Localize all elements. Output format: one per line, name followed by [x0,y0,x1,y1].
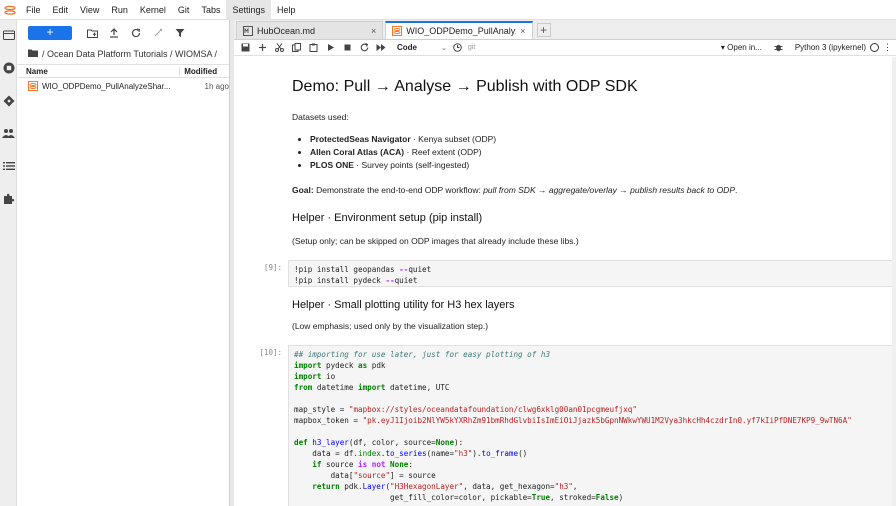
insert-cell-icon[interactable] [255,41,269,55]
menu-edit[interactable]: Edit [47,0,75,20]
code-editor[interactable]: ## importing for use later, just for eas… [288,345,896,506]
notebook-title: Demo: Pull → Analyse → Publish with ODP … [292,78,638,95]
menu-git[interactable]: Git [172,0,196,20]
new-folder-icon[interactable] [86,27,98,39]
stop-icon[interactable] [340,41,354,55]
column-name-header[interactable]: Name [18,67,179,76]
extension-icon[interactable] [2,192,15,205]
menu-file[interactable]: File [20,0,47,20]
fast-forward-icon[interactable] [374,41,388,55]
cell-prompt: [9]: [263,263,282,272]
add-tab-button[interactable]: + [536,23,551,37]
helper1-heading: Helper · Environment setup (pip install) [292,212,483,224]
chevron-down-icon[interactable]: ⌄ [441,44,447,52]
jupyter-logo-icon[interactable] [0,0,20,20]
menubar: File Edit View Run Kernel Git Tabs Setti… [0,0,896,20]
tab-label: HubOcean.md [257,25,316,36]
column-modified-header[interactable]: Modified [179,66,229,76]
users-icon[interactable] [2,126,15,139]
notebook-scrollbar[interactable] [892,57,896,506]
main-area: HubOcean.md × WIO_ODPDemo_PullAnalyz × + [234,20,896,506]
restart-icon[interactable] [357,41,371,55]
tab-bar: HubOcean.md × WIO_ODPDemo_PullAnalyz × + [234,20,896,40]
refresh-icon[interactable] [130,27,142,39]
tab-hubocean-md[interactable]: HubOcean.md × [236,21,384,39]
table-of-contents-icon[interactable] [2,159,15,172]
notebook-file-icon [392,26,403,36]
menu-view[interactable]: View [74,0,105,20]
list-item: PLOS ONE · Survey points (self-ingested) [310,159,496,172]
close-icon[interactable]: × [371,26,376,36]
file-browser: + / Ocean Data Platform Tutorials / WIOM… [18,20,230,506]
file-modified: 1h ago [204,81,229,91]
helper2-heading: Helper · Small plotting utility for H3 h… [292,299,515,311]
menu-run[interactable]: Run [105,0,134,20]
goal-paragraph: Goal: Demonstrate the end-to-end ODP wor… [292,185,737,195]
kernel-status-indicator [870,43,879,52]
list-item: Allen Coral Atlas (ACA) · Reef extent (O… [310,146,496,159]
cut-icon[interactable] [272,41,286,55]
cell-prompt: [10]: [259,348,282,357]
activity-bar [0,20,17,506]
file-name: WIO_ODPDemo_PullAnalyzeShar... [42,81,171,91]
file-list-header: Name Modified [18,64,229,78]
goal-text: Demonstrate the end-to-end ODP workflow: [313,185,484,195]
run-icon[interactable] [323,41,337,55]
dataset-name: ProtectedSeas Navigator [310,134,411,144]
code-text: ## importing for use later, just for eas… [294,350,852,502]
menu-kernel[interactable]: Kernel [134,0,172,20]
dataset-desc: · Kenya subset (ODP) [410,134,497,144]
notebook-toolbar: Code ⌄ git ▾ Open in... Python 3 (ipyker… [234,40,896,56]
breadcrumb-folder-icon[interactable] [28,49,38,59]
menu-tabs[interactable]: Tabs [195,0,226,20]
breadcrumb: / Ocean Data Platform Tutorials / WIOMSA… [18,46,229,62]
dataset-desc: · Reef extent (ODP) [404,147,482,157]
goal-end: . [735,185,738,195]
markdown-file-icon [243,25,253,36]
goal-emphasis: pull from SDK → aggregate/overlay → publ… [483,185,735,195]
goal-label: Goal: [292,185,314,195]
paste-icon[interactable] [306,41,320,55]
file-browser-toolbar: + [18,20,229,46]
close-icon[interactable]: × [520,26,525,36]
list-item: ProtectedSeas Navigator · Kenya subset (… [310,133,496,146]
datasets-intro: Datasets used: [292,112,349,122]
git-diff-label[interactable]: git [468,44,475,51]
save-icon[interactable] [238,41,252,55]
tab-label: WIO_ODPDemo_PullAnalyz [406,26,517,36]
upload-icon[interactable] [108,27,120,39]
dataset-desc: · Survey points (self-ingested) [353,160,470,170]
file-row[interactable]: WIO_ODPDemo_PullAnalyzeShar... 1h ago [18,78,229,94]
menu-settings[interactable]: Settings [226,0,271,20]
filter-icon[interactable] [174,27,186,39]
more-icon[interactable]: ⋮ [883,42,892,53]
notebook-content: Demo: Pull → Analyse → Publish with ODP … [234,57,896,506]
datasets-list: ProtectedSeas Navigator · Kenya subset (… [294,133,496,172]
debugger-bug-icon[interactable] [772,41,786,55]
tab-notebook[interactable]: WIO_ODPDemo_PullAnalyz × [385,21,533,39]
code-text: !pip install geopandas --quiet !pip inst… [294,265,432,285]
copy-icon[interactable] [289,41,303,55]
clear-filter-icon[interactable] [152,27,164,39]
dataset-name: PLOS ONE [310,160,354,170]
notebook-file-icon [28,81,38,91]
helper2-note: (Low emphasis; used only by the visualiz… [292,321,489,331]
new-launcher-button[interactable]: + [28,26,72,40]
menu-help[interactable]: Help [271,0,302,20]
dataset-name: Allen Coral Atlas (ACA) [310,147,405,157]
code-editor[interactable]: !pip install geopandas --quiet !pip inst… [288,260,896,287]
running-icon[interactable] [2,61,15,74]
folder-icon[interactable] [2,28,15,41]
git-icon[interactable] [2,94,15,107]
clock-icon[interactable] [451,41,465,55]
kernel-name[interactable]: Python 3 (ipykernel) [795,43,866,52]
cell-type-select[interactable]: Code [397,43,441,52]
breadcrumb-path[interactable]: / Ocean Data Platform Tutorials / WIOMSA… [42,49,217,59]
helper1-note: (Setup only; can be skipped on ODP image… [292,236,579,246]
open-in-dropdown[interactable]: ▾ Open in... [721,43,762,52]
